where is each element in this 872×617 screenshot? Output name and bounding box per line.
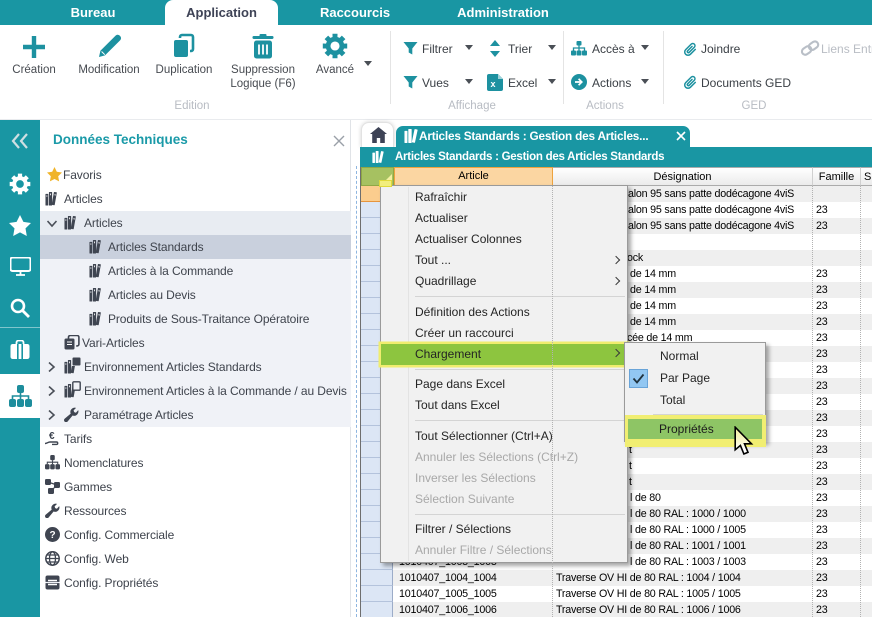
svg-text:€: € [49, 431, 55, 442]
svg-text:x: x [490, 79, 495, 89]
svg-text:?: ? [49, 530, 55, 541]
